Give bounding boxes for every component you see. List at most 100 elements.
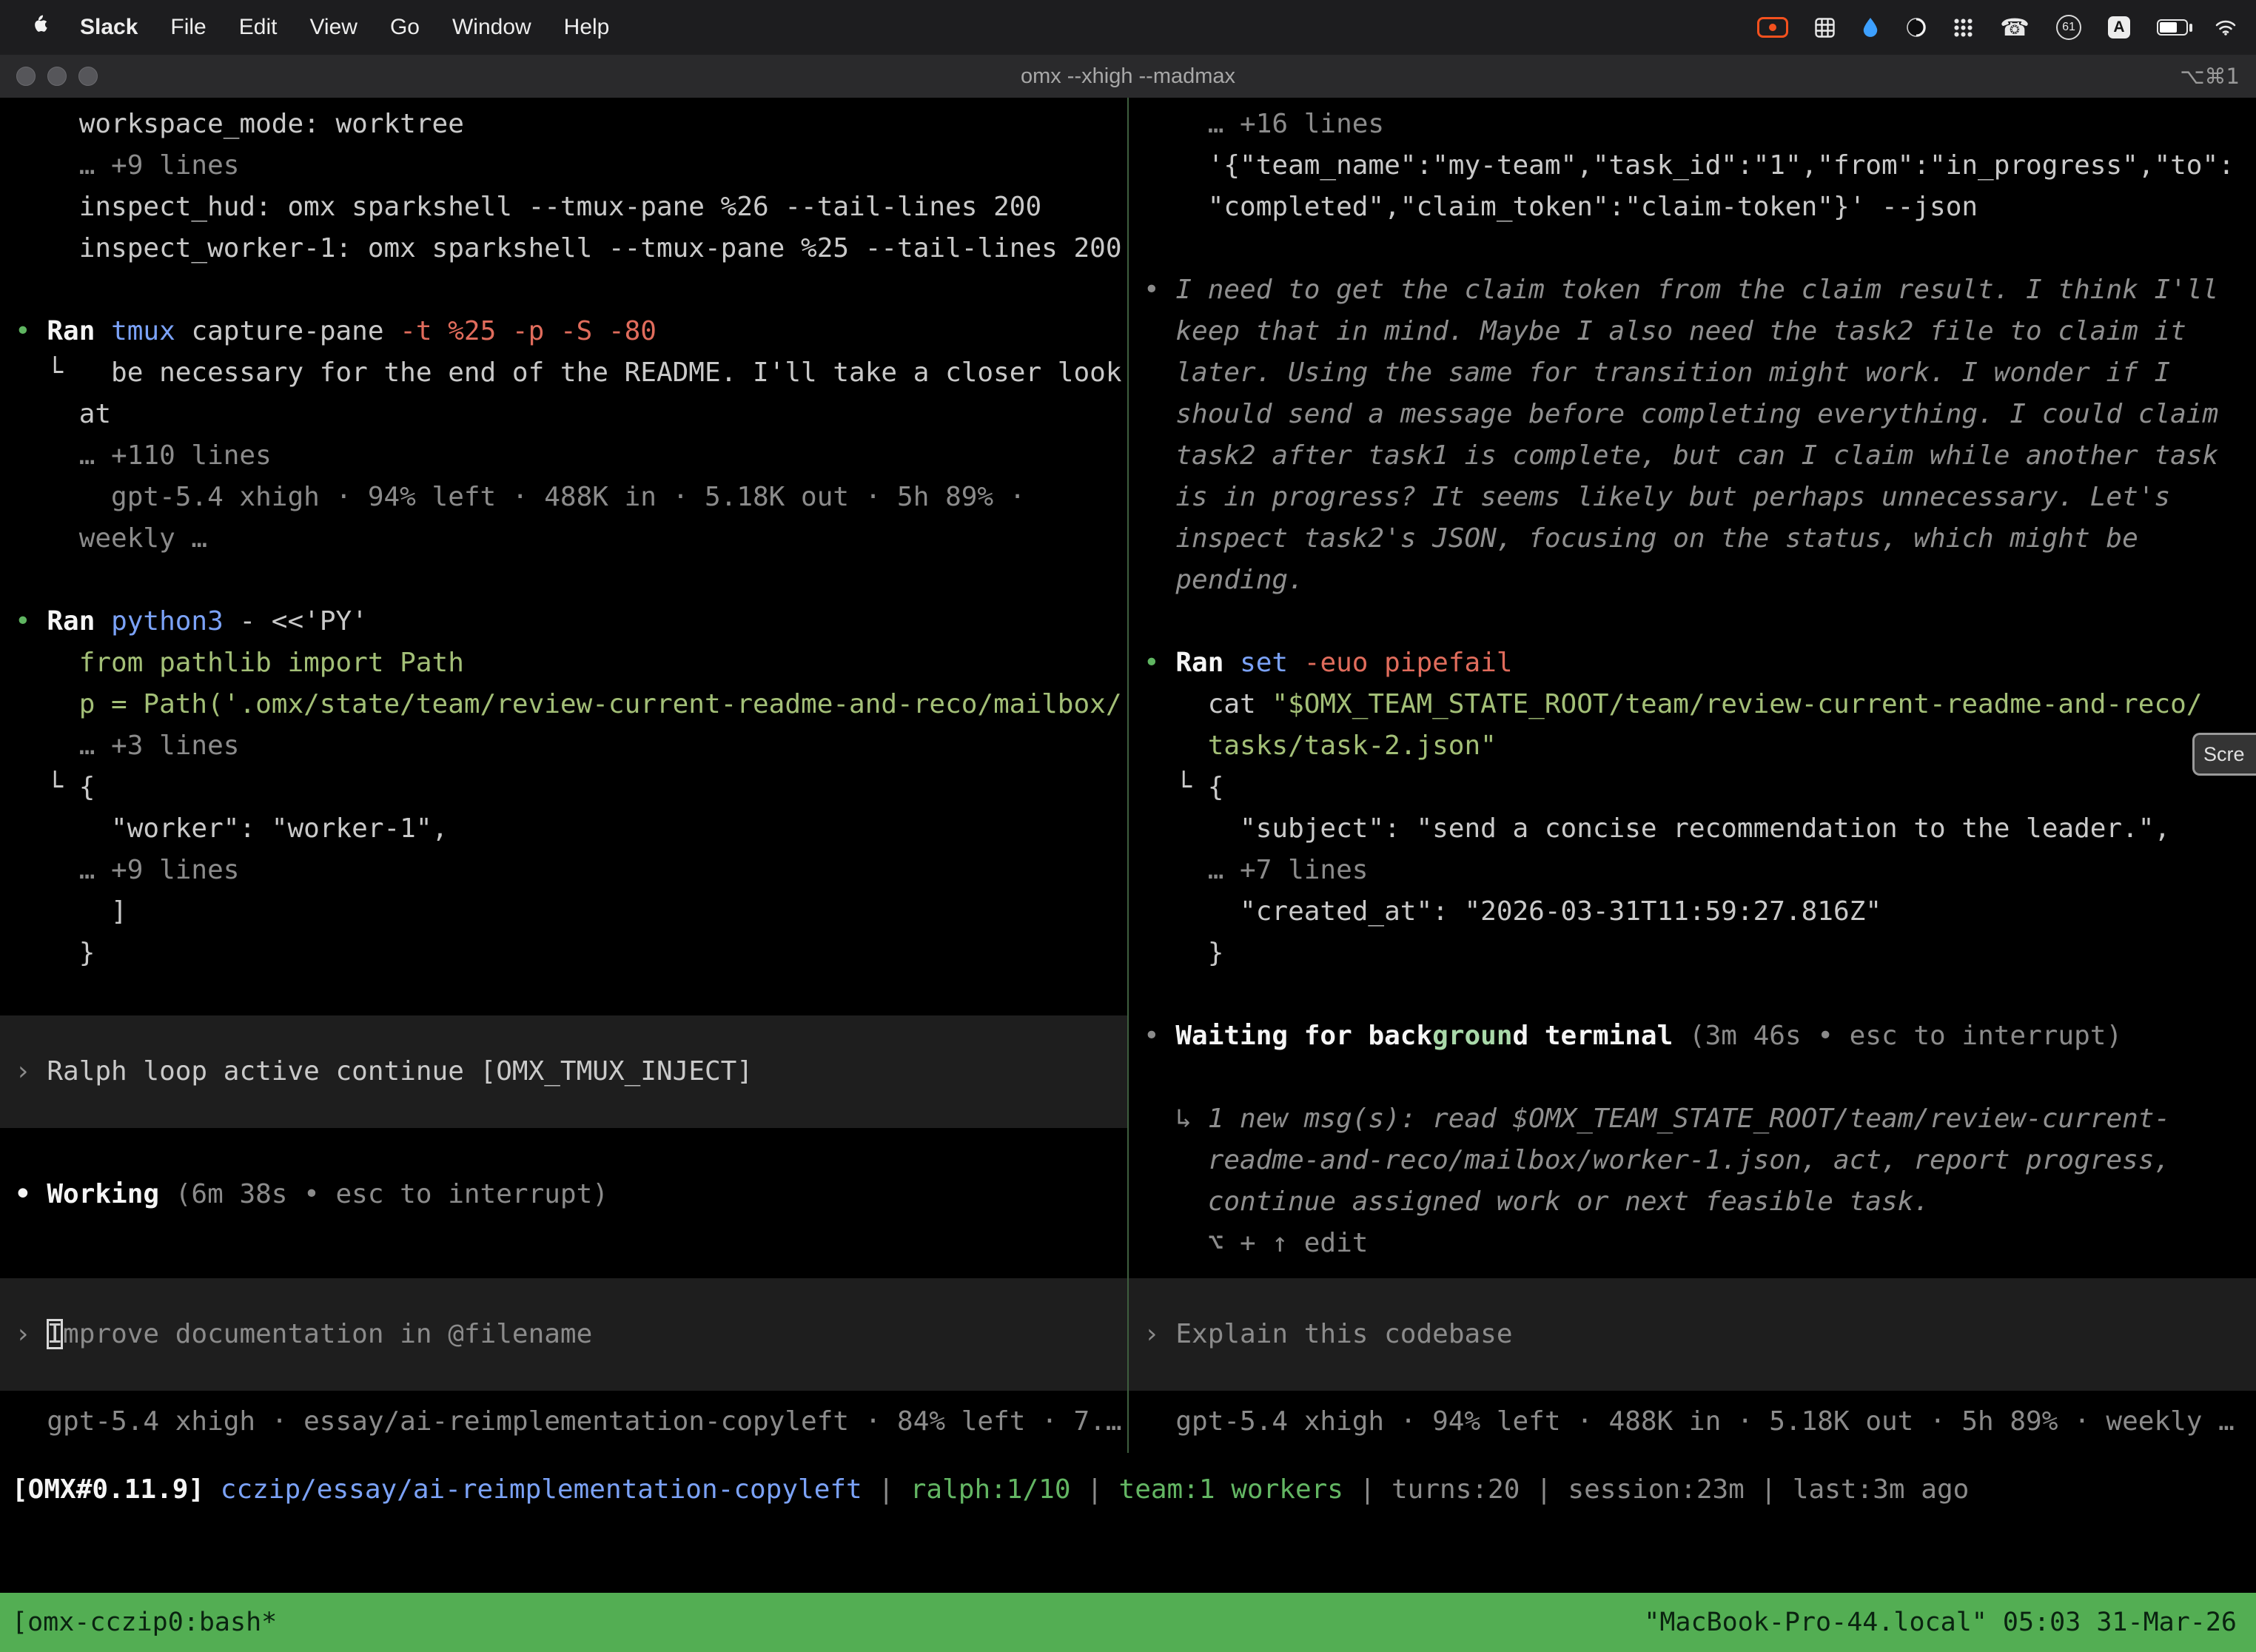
terminal-window: omx --xhigh --madmax ⌥⌘1 workspace_mode:… [0, 55, 2256, 1652]
pane-bottom-group: › Explain this codebase gpt-5.4 xhigh · … [1129, 1278, 2256, 1443]
terminal-line: gpt-5.4 xhigh · 94% left · 488K in · 5.1… [1129, 1401, 2256, 1443]
text-segment: "$OMX_TEAM_STATE_ROOT/team/review-curren… [1272, 689, 2202, 719]
text-segment: team:1 workers [1119, 1474, 1343, 1505]
input-source-icon[interactable]: A [2108, 16, 2130, 38]
terminal-line: • I need to get the claim token from the… [1129, 269, 2256, 311]
tmux-session-label: [omx-cczip0:bash* [12, 1608, 277, 1637]
menubar: SlackFileEditViewGoWindowHelp [0, 0, 2256, 55]
text-segment: ralph:1/10 [910, 1474, 1071, 1505]
text-segment: set [1240, 648, 1304, 678]
blank-line [0, 560, 1127, 601]
terminal-line: › Explain this codebase [1129, 1314, 2256, 1355]
menu-view[interactable]: View [293, 15, 373, 40]
screen: SlackFileEditViewGoWindowHelp [0, 0, 2256, 1652]
text-segment: - <<'PY' [224, 606, 368, 637]
text-segment: • [15, 316, 47, 346]
text-segment: … +3 lines [15, 731, 239, 761]
drop-app-icon[interactable] [1861, 16, 1879, 38]
titlebar[interactable]: omx --xhigh --madmax ⌥⌘1 [0, 55, 2256, 98]
terminal-line: gpt-5.4 xhigh · 94% left · 488K in · 5.1… [0, 477, 1127, 518]
terminal-line: task2 after task1 is complete, but can I… [1129, 435, 2256, 477]
disc-app-icon[interactable] [1906, 17, 1927, 38]
terminal-line: … +7 lines [1129, 850, 2256, 891]
text-segment: I [47, 1319, 63, 1349]
text-segment: "worker": "worker-1", [15, 813, 448, 844]
zoom-button[interactable] [78, 67, 98, 86]
blank-line [0, 269, 1127, 311]
prompt-row[interactable]: › Improve documentation in @filename [0, 1278, 1127, 1391]
terminal-block: • Ran tmux capture-pane -t %25 -p -S -80… [0, 311, 1127, 560]
text-segment [1144, 731, 1208, 761]
dots-grid-icon[interactable] [1953, 18, 1973, 38]
menu-slack[interactable]: Slack [64, 15, 154, 40]
window-title: omx --xhigh --madmax [1021, 64, 1235, 89]
menu-go[interactable]: Go [374, 15, 436, 40]
badge-61-icon[interactable]: 61 [2056, 15, 2081, 40]
window-controls [0, 67, 98, 86]
text-segment: (3m 46s • esc to interrupt) [1689, 1021, 2122, 1051]
prompt-row[interactable]: › Explain this codebase [1129, 1278, 2256, 1391]
terminal-line: … +110 lines [0, 435, 1127, 477]
prompt-row[interactable]: › Ralph loop active continue [OMX_TMUX_I… [0, 1015, 1127, 1128]
terminal-line: └ { [0, 767, 1127, 808]
text-segment: should send a message before completing … [1144, 399, 2218, 429]
terminal-line: inspect_worker-1: omx sparkshell --tmux-… [0, 228, 1127, 269]
text-segment: weekly … [15, 523, 207, 554]
left-pane: workspace_mode: worktree … +9 lines insp… [0, 98, 1127, 1453]
text-segment: … +7 lines [1144, 855, 1368, 885]
terminal-line: "subject": "send a concise recommendatio… [1129, 808, 2256, 850]
terminal-line: is in progress? It seems likely but perh… [1129, 477, 2256, 518]
menu-edit[interactable]: Edit [223, 15, 294, 40]
terminal-line: p = Path('.omx/state/team/review-current… [0, 684, 1127, 725]
terminal-line: › Improve documentation in @filename [0, 1314, 1127, 1355]
grid-app-icon[interactable] [1815, 18, 1835, 38]
terminal-line: should send a message before completing … [1129, 394, 2256, 435]
text-segment: Explain this codebase [1175, 1319, 1512, 1349]
text-segment: | [862, 1474, 910, 1505]
terminal-block: • Ran python3 - <<'PY' from pathlib impo… [0, 601, 1127, 974]
text-segment: Waiting for back [1175, 1021, 1432, 1051]
terminal-block: • I need to get the claim token from the… [1129, 269, 2256, 601]
terminal-line: '{"team_name":"my-team","task_id":"1","f… [1129, 145, 2256, 187]
text-segment: readme-and-reco/mailbox/worker-1.json, a… [1144, 1145, 2170, 1175]
phone-icon[interactable]: ☎ [2000, 16, 2030, 39]
terminal-line: readme-and-reco/mailbox/worker-1.json, a… [1129, 1140, 2256, 1181]
terminal-block: • Waiting for background terminal (3m 46… [1129, 1015, 2256, 1057]
menu-help[interactable]: Help [548, 15, 626, 40]
text-segment: • [1144, 1021, 1175, 1051]
terminal-line: keep that in mind. Maybe I also need the… [1129, 311, 2256, 352]
terminal-line: gpt-5.4 xhigh · essay/ai-reimplementatio… [0, 1401, 1127, 1443]
terminal-line: continue assigned work or next feasible … [1129, 1181, 2256, 1223]
terminal-line: [OMX#0.11.9] cczip/essay/ai-reimplementa… [0, 1469, 2256, 1511]
terminal-line: cat "$OMX_TEAM_STATE_ROOT/team/review-cu… [1129, 684, 2256, 725]
text-segment: "subject": "send a concise recommendatio… [1144, 813, 2170, 844]
text-segment: turns:20 [1391, 1474, 1520, 1505]
terminal-line: inspect_hud: omx sparkshell --tmux-pane … [0, 187, 1127, 228]
text-segment: -t %25 -p -S -80 [400, 316, 657, 346]
apple-menu[interactable] [19, 13, 64, 41]
menu-items: SlackFileEditViewGoWindowHelp [64, 15, 625, 40]
close-button[interactable] [16, 67, 36, 86]
text-segment: continue assigned work or next feasible … [1144, 1186, 1930, 1217]
menu-window[interactable]: Window [436, 15, 548, 40]
text-segment: I need to get the claim token from the c… [1175, 275, 2218, 305]
screenshot-overlay[interactable]: Scre [2192, 733, 2256, 776]
text-segment: p = Path('.omx/state/team/review-current… [15, 689, 1122, 719]
terminal-line: pending. [1129, 560, 2256, 601]
wifi-icon[interactable] [2215, 19, 2237, 36]
right-pane: … +16 lines '{"team_name":"my-team","tas… [1129, 98, 2256, 1453]
battery-icon[interactable] [2157, 19, 2188, 36]
blank-line [1129, 601, 2256, 642]
screen-recording-indicator-icon[interactable] [1757, 17, 1788, 38]
terminal-line: at [0, 394, 1127, 435]
menu-file[interactable]: File [154, 15, 222, 40]
text-segment: "created_at": "2026-03-31T11:59:27.816Z" [1144, 896, 1881, 927]
text-segment: } [1144, 938, 1223, 968]
text-segment: -euo pipefail [1304, 648, 1513, 678]
text-segment: [OMX#0.11.9] [12, 1474, 221, 1505]
text-segment: ↳ [1144, 1104, 1208, 1134]
text-segment: | [1745, 1474, 1793, 1505]
pane-status-line: gpt-5.4 xhigh · 94% left · 488K in · 5.1… [1129, 1401, 2256, 1443]
minimize-button[interactable] [47, 67, 67, 86]
text-segment: … +9 lines [15, 855, 239, 885]
